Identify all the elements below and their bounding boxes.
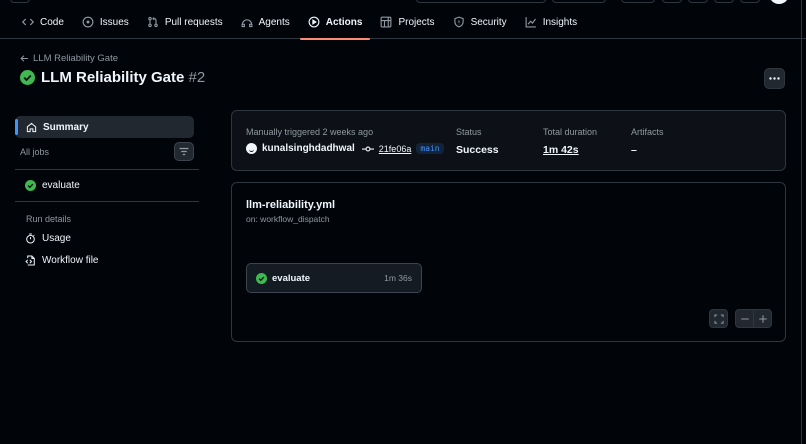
divider [15,169,199,170]
arrow-left-icon [20,54,29,63]
trigger-text: Manually triggered 2 weeks ago [246,127,374,137]
job-duration: 1m 36s [384,273,412,283]
pull-requests-button[interactable] [688,0,708,3]
git-pull-request-icon [147,16,159,28]
user-avatar-button[interactable] [769,0,789,4]
tab-insights[interactable]: Insights [517,6,585,39]
check-circle-fill-icon [20,70,35,85]
tab-actions-label: Actions [325,16,363,28]
issues-button[interactable] [662,0,682,3]
filter-jobs-button[interactable] [174,142,194,161]
menu-button[interactable] [10,0,30,3]
avatar[interactable] [246,143,257,154]
duration-value[interactable]: 1m 42s [543,144,579,156]
commit-sha-link[interactable]: 21fe06a [379,144,412,154]
git-commit-icon [360,144,374,154]
tab-projects[interactable]: Projects [372,6,442,39]
tab-agents-label: Agents [258,16,290,28]
repositories-button[interactable] [714,0,734,3]
sidebar-item-workflow-file[interactable]: Workflow file [25,255,99,266]
zoom-out-button[interactable] [735,309,753,328]
more-options-button[interactable] [764,68,785,89]
sidebar-item-usage[interactable]: Usage [25,233,71,244]
plus-icon [758,314,768,324]
run-details-heading: Run details [26,214,72,224]
dash-icon [740,314,750,324]
screen-full-icon [713,313,724,324]
file-code-icon [25,255,36,266]
issue-opened-icon [82,16,94,28]
artifacts-value: – [631,144,637,156]
status-label: Status [456,127,482,137]
shield-icon [453,16,465,28]
tab-issues-label: Issues [99,16,129,28]
divider [15,201,199,202]
graph-icon [525,16,537,28]
back-link-label: LLM Reliability Gate [33,53,119,64]
zoom-in-button[interactable] [753,309,772,328]
tab-code-label: Code [40,16,64,28]
sidebar-item-summary[interactable]: Summary [15,116,194,138]
check-circle-fill-icon [25,180,36,191]
back-to-workflow-link[interactable]: LLM Reliability Gate [20,53,118,64]
kebab-horizontal-icon [769,77,780,80]
tab-pull-requests-label: Pull requests [164,16,223,28]
agent-icon [241,16,253,28]
tab-issues[interactable]: Issues [74,6,137,39]
run-number: #2 [188,69,206,86]
stopwatch-icon [25,233,36,244]
job-name: evaluate [272,272,311,284]
sidebar-item-workflow-file-label: Workflow file [42,255,99,266]
create-new-button[interactable] [621,0,655,3]
run-summary-card: Manually triggered 2 weeks ago kunalsing… [231,110,786,171]
tab-security[interactable]: Security [445,6,515,39]
tab-projects-label: Projects [398,16,435,28]
tab-actions[interactable]: Actions [299,6,371,40]
workflow-graph-card: llm-reliability.yml on: workflow_dispatc… [231,182,786,342]
tab-agents[interactable]: Agents [233,6,298,39]
tab-pull-requests[interactable]: Pull requests [139,6,231,39]
sidebar-job-label: evaluate [42,180,80,191]
window-edge [801,0,802,444]
page-title-row: LLM Reliability Gate #2 [20,69,205,86]
trigger-details: kunalsinghdadhwal 21fe06a main [246,143,444,154]
table-icon [380,16,392,28]
artifacts-label: Artifacts [631,127,664,137]
all-jobs-label: All jobs [20,147,50,157]
tab-security-label: Security [470,16,507,28]
job-node-evaluate[interactable]: evaluate 1m 36s [246,263,422,293]
filter-icon [179,147,189,156]
sidebar-job-evaluate[interactable]: evaluate [25,180,80,191]
tab-insights-label: Insights [542,16,578,28]
page-title-text: LLM Reliability Gate [41,69,185,86]
page-title: LLM Reliability Gate #2 [41,69,205,86]
home-icon [26,122,37,133]
status-value: Success [456,144,499,156]
fit-to-screen-button[interactable] [709,309,728,328]
sidebar-item-summary-label: Summary [43,121,89,133]
inbox-button[interactable] [740,0,760,3]
play-icon [308,16,320,28]
copilot-button[interactable] [552,0,606,3]
search-button[interactable] [416,0,546,3]
workflow-trigger: on: workflow_dispatch [246,214,330,224]
repo-nav: Code Issues Pull requests Agents Actions… [0,6,806,40]
username-link[interactable]: kunalsinghdadhwal [262,143,355,154]
check-circle-fill-icon [256,272,272,284]
sidebar-item-usage-label: Usage [42,233,71,244]
code-icon [22,16,34,28]
branch-tag[interactable]: main [416,143,444,154]
workflow-file-name: llm-reliability.yml [246,199,336,211]
tab-code[interactable]: Code [14,6,72,39]
duration-label: Total duration [543,127,598,137]
